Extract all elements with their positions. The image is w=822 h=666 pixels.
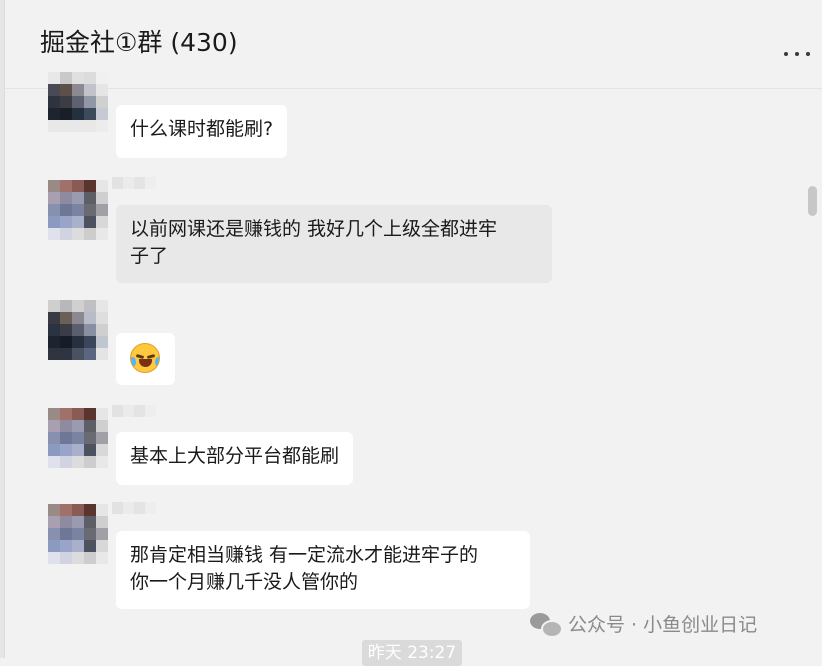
- watermark-text: 公众号 · 小鱼创业日记: [568, 614, 758, 636]
- avatar[interactable]: [48, 408, 108, 468]
- message-bubble[interactable]: 基本上大部分平台都能刷: [116, 432, 354, 485]
- dot: [795, 52, 799, 56]
- message-text: 什么课时都能刷?: [130, 118, 274, 140]
- dot: [806, 52, 810, 56]
- message-bubble[interactable]: 以前网课还是赚钱的 我好几个上级全都进牢 子了: [116, 205, 552, 283]
- sender-name-blurred: [112, 177, 156, 189]
- message-text: 那肯定相当赚钱 有一定流水才能进牢子的: [130, 544, 479, 566]
- watermark: 公众号 · 小鱼创业日记: [530, 610, 758, 638]
- sender-name-blurred: [112, 405, 156, 417]
- message-bubble[interactable]: [116, 333, 175, 385]
- more-options-icon[interactable]: [784, 44, 810, 64]
- avatar[interactable]: [48, 72, 108, 132]
- message-text: 你一个月赚几千没人管你的: [130, 571, 359, 593]
- message-text: 子了: [130, 245, 169, 267]
- window-left-border: [0, 0, 5, 658]
- timestamp-badge: 昨天 23:27: [362, 640, 462, 666]
- scrollbar-thumb[interactable]: [808, 186, 817, 216]
- message-text: 基本上大部分平台都能刷: [130, 445, 340, 467]
- chat-title: 掘金社①群 (430): [40, 28, 238, 57]
- avatar[interactable]: [48, 180, 108, 240]
- wechat-icon: [530, 611, 563, 638]
- chat-header: 掘金社①群 (430): [5, 0, 822, 89]
- dot: [784, 52, 788, 56]
- crying-laughing-emoji-icon: [130, 343, 160, 373]
- avatar[interactable]: [48, 504, 108, 564]
- message-text: 以前网课还是赚钱的 我好几个上级全都进牢: [130, 218, 498, 240]
- message-bubble[interactable]: 什么课时都能刷?: [116, 105, 288, 158]
- avatar[interactable]: [48, 300, 108, 360]
- message-bubble[interactable]: 那肯定相当赚钱 有一定流水才能进牢子的 你一个月赚几千没人管你的: [116, 531, 530, 609]
- sender-name-blurred: [112, 502, 156, 514]
